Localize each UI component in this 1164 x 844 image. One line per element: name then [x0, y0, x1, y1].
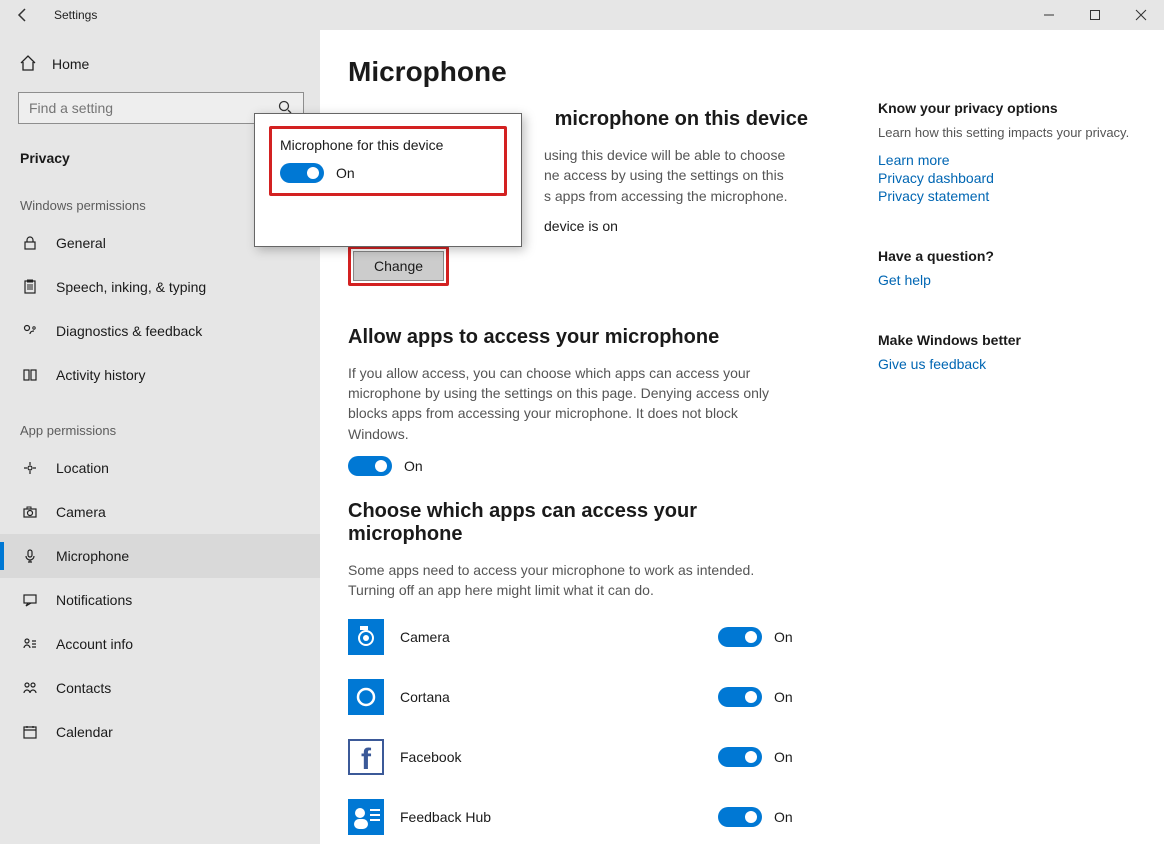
app-toggle-label: On: [774, 689, 793, 705]
app-name-label: Cortana: [400, 689, 700, 705]
apps-access-desc: If you allow access, you can choose whic…: [348, 363, 788, 444]
choose-apps-heading: Choose which apps can access your microp…: [348, 500, 808, 546]
app-name-label: Feedback Hub: [400, 809, 700, 825]
app-toggle-camera-app[interactable]: [718, 627, 762, 647]
sidebar-item-location[interactable]: Location: [0, 446, 320, 490]
choose-apps-desc: Some apps need to access your microphone…: [348, 560, 788, 601]
home-icon: [18, 54, 38, 75]
sidebar-item-label: Diagnostics & feedback: [56, 323, 202, 339]
app-toggle-cortana-app[interactable]: [718, 687, 762, 707]
flyout-highlight: Microphone for this device On: [269, 126, 507, 196]
contacts-icon: [20, 680, 40, 696]
minimize-button[interactable]: [1026, 0, 1072, 30]
maximize-button[interactable]: [1072, 0, 1118, 30]
sidebar-item-microphone[interactable]: Microphone: [0, 534, 320, 578]
title-bar: Settings: [0, 0, 1164, 30]
home-label: Home: [52, 56, 89, 72]
link-learn-more[interactable]: Learn more: [878, 152, 1136, 168]
maximize-icon: [1089, 9, 1101, 21]
link-privacy-dashboard[interactable]: Privacy dashboard: [878, 170, 1136, 186]
right-column: Know your privacy options Learn how this…: [878, 100, 1136, 416]
sidebar-item-label: Microphone: [56, 548, 129, 564]
feedback-title: Make Windows better: [878, 332, 1136, 348]
minimize-icon: [1043, 9, 1055, 21]
question-title: Have a question?: [878, 248, 1136, 264]
app-name-label: Facebook: [400, 749, 700, 765]
app-toggle-facebook-app[interactable]: [718, 747, 762, 767]
apps-access-toggle[interactable]: [348, 456, 392, 476]
camera-icon: [20, 504, 40, 520]
sidebar-item-calendar[interactable]: Calendar: [0, 710, 320, 754]
change-button[interactable]: Change: [353, 251, 444, 281]
sidebar-item-label: Camera: [56, 504, 106, 520]
home-nav[interactable]: Home: [0, 42, 320, 86]
notifications-icon: [20, 592, 40, 608]
close-button[interactable]: [1118, 0, 1164, 30]
app-toggle-label: On: [774, 749, 793, 765]
calendar-icon: [20, 724, 40, 740]
back-arrow-icon: [15, 7, 31, 23]
link-privacy-statement[interactable]: Privacy statement: [878, 188, 1136, 204]
facebook-app-icon: f: [348, 739, 384, 775]
flyout-toggle-row: On: [280, 163, 496, 183]
app-toggle-label: On: [774, 809, 793, 825]
window-controls: [1026, 0, 1164, 30]
sidebar-item-label: Activity history: [56, 367, 145, 383]
sidebar-item-account[interactable]: Account info: [0, 622, 320, 666]
sidebar-item-speech[interactable]: Speech, inking, & typing: [0, 265, 320, 309]
app-toggle-feedback-app[interactable]: [718, 807, 762, 827]
link-get-help[interactable]: Get help: [878, 272, 1136, 288]
sidebar-item-label: Location: [56, 460, 109, 476]
back-button[interactable]: [0, 0, 46, 30]
history-icon: [20, 367, 40, 383]
account-icon: [20, 636, 40, 652]
window-title: Settings: [46, 8, 97, 22]
location-icon: [20, 460, 40, 476]
sidebar-item-label: General: [56, 235, 106, 251]
page-title: Microphone: [348, 56, 1136, 88]
clipboard-icon: [20, 279, 40, 295]
flyout-toggle-label: On: [336, 165, 355, 181]
apps-access-toggle-row: On: [348, 456, 1136, 476]
sidebar-item-activity[interactable]: Activity history: [0, 353, 320, 397]
change-button-highlight: Change: [348, 246, 449, 286]
privacy-options-desc: Learn how this setting impacts your priv…: [878, 124, 1136, 142]
section-app-permissions: App permissions: [0, 397, 320, 446]
camera-app-icon: [348, 619, 384, 655]
microphone-device-flyout: Microphone for this device On: [254, 113, 522, 247]
close-icon: [1135, 9, 1147, 21]
app-toggle-label: On: [774, 629, 793, 645]
flyout-toggle[interactable]: [280, 163, 324, 183]
app-row-cortana-app: Cortana On: [348, 673, 1136, 721]
sidebar-item-label: Contacts: [56, 680, 111, 696]
privacy-options-title: Know your privacy options: [878, 100, 1136, 116]
sidebar-item-label: Calendar: [56, 724, 113, 740]
svg-text:f: f: [361, 743, 372, 775]
cortana-app-icon: [348, 679, 384, 715]
lock-icon: [20, 235, 40, 251]
sidebar-item-diagnostics[interactable]: Diagnostics & feedback: [0, 309, 320, 353]
sidebar-item-camera[interactable]: Camera: [0, 490, 320, 534]
apps-access-heading: Allow apps to access your microphone: [348, 326, 808, 349]
flyout-title: Microphone for this device: [280, 137, 496, 153]
link-give-feedback[interactable]: Give us feedback: [878, 356, 1136, 372]
sidebar-item-label: Notifications: [56, 592, 132, 608]
sidebar-item-label: Speech, inking, & typing: [56, 279, 206, 295]
microphone-icon: [20, 548, 40, 564]
app-row-camera-app: Camera On: [348, 613, 1136, 661]
apps-access-toggle-label: On: [404, 458, 423, 474]
feedback-app-icon: [348, 799, 384, 835]
app-name-label: Camera: [400, 629, 700, 645]
sidebar-item-contacts[interactable]: Contacts: [0, 666, 320, 710]
sidebar-item-notifications[interactable]: Notifications: [0, 578, 320, 622]
feedback-icon: [20, 323, 40, 339]
app-list: CameraOnCortanaOnfFacebookOnFeedback Hub…: [348, 613, 1136, 841]
app-row-facebook-app: f Facebook On: [348, 733, 1136, 781]
app-row-feedback-app: Feedback Hub On: [348, 793, 1136, 841]
sidebar-item-label: Account info: [56, 636, 133, 652]
